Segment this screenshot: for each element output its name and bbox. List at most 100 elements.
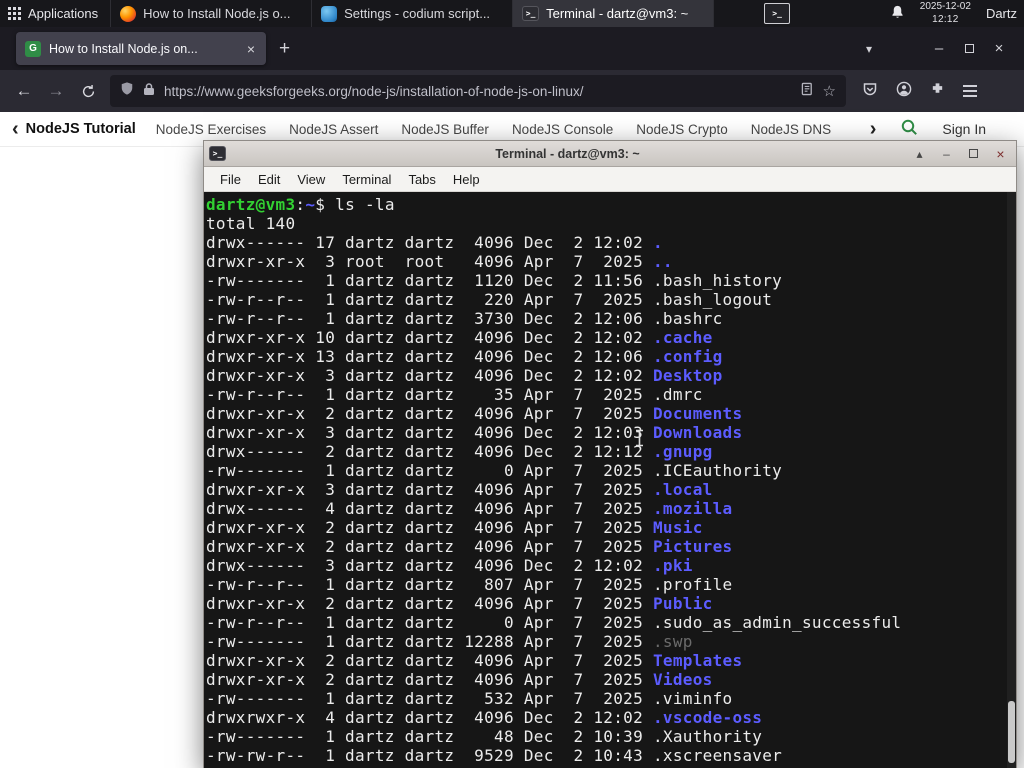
toolbar-right-icons	[862, 81, 977, 102]
menu-view[interactable]: View	[297, 172, 325, 187]
ls-entry-line: -rw------- 1 dartz dartz 12288 Apr 7 202…	[206, 632, 693, 651]
menu-tabs[interactable]: Tabs	[408, 172, 435, 187]
list-all-tabs-icon[interactable]: ▾	[866, 42, 872, 56]
terminal-shade-button[interactable]: ▴	[909, 147, 930, 161]
terminal-close-button[interactable]: ×	[990, 146, 1011, 162]
ls-entry-line: drwxr-xr-x 3 dartz dartz 4096 Dec 2 12:0…	[206, 366, 723, 385]
site-nav-link[interactable]: NodeJS Console	[512, 122, 613, 137]
browser-toolbar: ← → https://www.geeksforgeeks.org/node-j…	[0, 70, 1024, 112]
terminal-menubar: File Edit View Terminal Tabs Help	[204, 167, 1016, 192]
account-icon[interactable]	[896, 81, 912, 102]
file-name: .swp	[652, 632, 693, 651]
browser-tab[interactable]: G How to Install Node.js on... ×	[16, 32, 266, 65]
terminal-maximize-button[interactable]	[963, 147, 984, 161]
ls-entry-line: -rw------- 1 dartz dartz 532 Apr 7 2025 …	[206, 689, 733, 708]
total-line: total 140	[206, 214, 296, 233]
taskbar-button-terminal[interactable]: >_ Terminal - dartz@vm3: ~	[513, 0, 715, 27]
back-button[interactable]: ←	[8, 75, 40, 107]
maximize-icon	[964, 44, 974, 53]
browser-close-button[interactable]: ×	[984, 40, 1014, 57]
top-panel: Applications How to Install Node.js o...…	[0, 0, 1024, 27]
lock-icon[interactable]	[143, 82, 155, 101]
file-name: .sudo_as_admin_successful	[652, 613, 902, 632]
taskbar-button-codium[interactable]: Settings - codium script...	[312, 0, 514, 27]
panel-username[interactable]: Dartz	[986, 6, 1017, 21]
applications-menu-button[interactable]: Applications	[0, 0, 110, 27]
directory-name: .	[652, 233, 663, 252]
maximize-icon	[969, 148, 978, 158]
ls-entry-line: drwxr-xr-x 3 root root 4096 Apr 7 2025 .…	[206, 252, 673, 271]
ls-entry-line: drwx------ 4 dartz dartz 4096 Apr 7 2025…	[206, 499, 733, 518]
terminal-icon: >_	[522, 6, 540, 21]
site-nav-link[interactable]: NodeJS Assert	[289, 122, 378, 137]
tab-title: How to Install Node.js on...	[49, 41, 198, 56]
directory-name: Public	[652, 594, 713, 613]
url-bar[interactable]: https://www.geeksforgeeks.org/node-js/in…	[110, 75, 846, 107]
prompt-path: ~	[305, 195, 316, 214]
ls-entry-line: drwxrwxr-x 4 dartz dartz 4096 Dec 2 12:0…	[206, 708, 763, 727]
new-tab-button[interactable]: +	[279, 38, 290, 60]
reader-mode-icon[interactable]	[801, 82, 814, 101]
tab-bar: G How to Install Node.js on... × + ▾ – ×	[0, 27, 1024, 70]
directory-name: .mozilla	[652, 499, 733, 518]
menu-file[interactable]: File	[220, 172, 241, 187]
site-nav-link[interactable]: NodeJS Buffer	[401, 122, 489, 137]
site-nav-link[interactable]: NodeJS DNS	[751, 122, 831, 137]
forward-button[interactable]: →	[40, 75, 72, 107]
nav-scroll-left-icon[interactable]: ‹	[12, 119, 19, 139]
terminal-minimize-button[interactable]: –	[936, 147, 957, 161]
site-nav-primary[interactable]: NodeJS Tutorial	[26, 121, 136, 137]
command-text: ls -la	[325, 195, 395, 214]
panel-clock[interactable]: 2025-12-02 12:12	[920, 1, 971, 26]
menu-terminal[interactable]: Terminal	[342, 172, 391, 187]
browser-minimize-button[interactable]: –	[924, 40, 954, 57]
file-name: .dmrc	[652, 385, 703, 404]
notification-bell-icon[interactable]	[890, 4, 905, 23]
terminal-title: Terminal - dartz@vm3: ~	[495, 146, 640, 161]
terminal-screen[interactable]: dartz@vm3:~$ ls -la total 140 drwx------…	[204, 192, 1016, 768]
terminal-output: dartz@vm3:~$ ls -la total 140 drwx------…	[206, 195, 1016, 765]
reload-button[interactable]	[72, 75, 104, 107]
bookmark-star-icon[interactable]: ☆	[823, 82, 836, 100]
browser-maximize-button[interactable]	[954, 40, 984, 57]
ls-entry-line: -rw------- 1 dartz dartz 1120 Dec 2 11:5…	[206, 271, 783, 290]
file-name: .bashrc	[652, 309, 723, 328]
tray-terminal-icon[interactable]: >_	[764, 3, 791, 24]
terminal-scrollbar[interactable]	[1007, 192, 1016, 768]
extensions-icon[interactable]	[930, 81, 945, 101]
menu-edit[interactable]: Edit	[258, 172, 280, 187]
menu-icon[interactable]	[963, 85, 977, 97]
terminal-titlebar-icon: >_	[209, 146, 226, 161]
file-name: .Xauthority	[652, 727, 763, 746]
file-name: .profile	[652, 575, 733, 594]
shield-icon[interactable]	[120, 81, 134, 101]
ls-entry-line: drwx------ 17 dartz dartz 4096 Dec 2 12:…	[206, 233, 663, 252]
ls-entry-line: drwxr-xr-x 2 dartz dartz 4096 Apr 7 2025…	[206, 537, 733, 556]
site-nav-link[interactable]: NodeJS Exercises	[156, 122, 266, 137]
pocket-icon[interactable]	[862, 81, 878, 102]
search-icon[interactable]	[900, 118, 918, 141]
site-nav-link[interactable]: NodeJS Crypto	[636, 122, 728, 137]
terminal-titlebar[interactable]: >_ Terminal - dartz@vm3: ~ ▴ – ×	[204, 141, 1016, 167]
nav-scroll-right-icon[interactable]: ›	[870, 119, 877, 139]
text-cursor	[634, 429, 645, 452]
applications-grid-icon	[8, 7, 21, 20]
ls-entry-line: drwxr-xr-x 2 dartz dartz 4096 Apr 7 2025…	[206, 518, 703, 537]
file-name: .bash_logout	[652, 290, 773, 309]
tab-close-icon[interactable]: ×	[245, 41, 257, 57]
terminal-window: >_ Terminal - dartz@vm3: ~ ▴ – × File Edi…	[203, 140, 1017, 768]
directory-name: Videos	[652, 670, 713, 689]
taskbar-button-firefox[interactable]: How to Install Node.js o...	[111, 0, 313, 27]
directory-name: Templates	[652, 651, 743, 670]
gfg-favicon: G	[25, 40, 41, 57]
ls-entry-line: drwx------ 3 dartz dartz 4096 Dec 2 12:0…	[206, 556, 693, 575]
ls-entry-line: -rw-rw-r-- 1 dartz dartz 9529 Dec 2 10:4…	[206, 746, 783, 765]
ls-entry-line: drwxr-xr-x 3 dartz dartz 4096 Apr 7 2025…	[206, 480, 713, 499]
url-text[interactable]: https://www.geeksforgeeks.org/node-js/in…	[164, 84, 792, 99]
ls-entry-line: -rw-r--r-- 1 dartz dartz 220 Apr 7 2025 …	[206, 290, 773, 309]
sign-in-link[interactable]: Sign In	[942, 121, 986, 137]
directory-name: Documents	[652, 404, 743, 423]
menu-help[interactable]: Help	[453, 172, 480, 187]
scrollbar-thumb[interactable]	[1008, 701, 1015, 763]
ls-entry-line: -rw------- 1 dartz dartz 48 Dec 2 10:39 …	[206, 727, 763, 746]
